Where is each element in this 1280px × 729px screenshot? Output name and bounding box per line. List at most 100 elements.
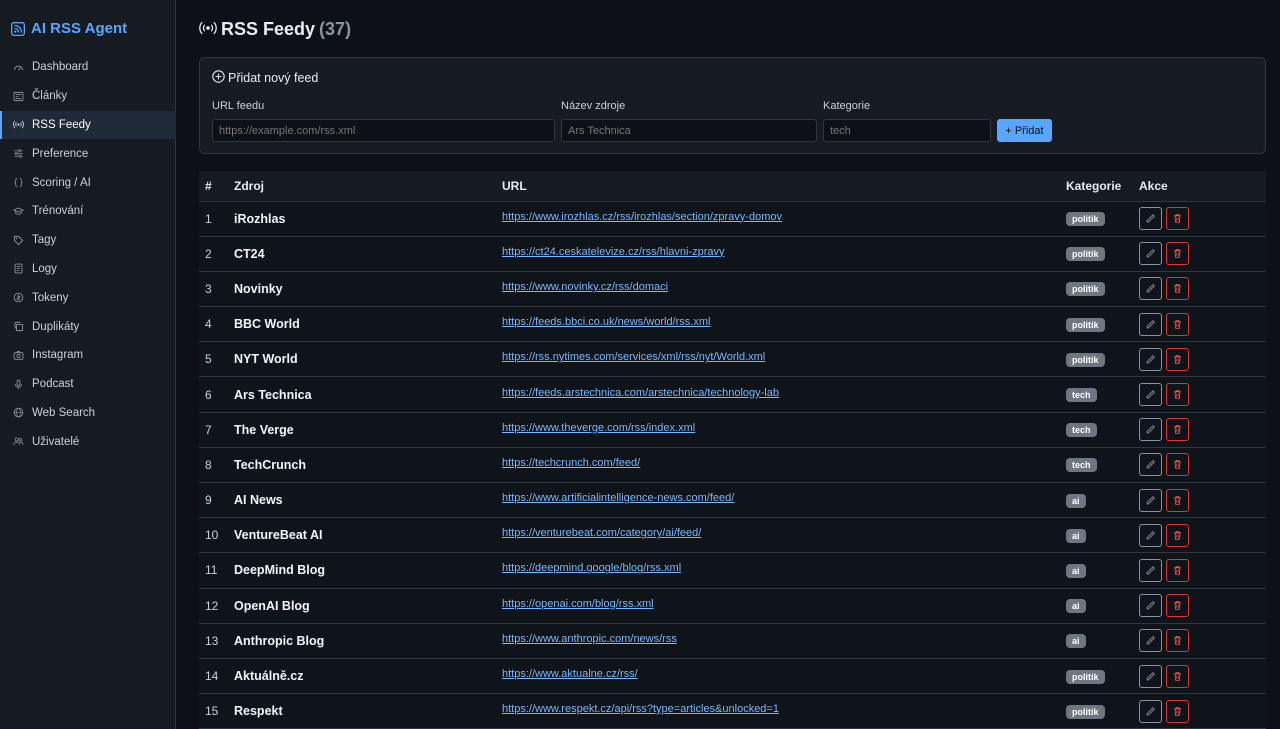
category-cell: politik xyxy=(1060,693,1133,729)
edit-button[interactable] xyxy=(1139,453,1162,477)
add-feed-title: Přidat nový feed xyxy=(212,70,318,86)
delete-button[interactable] xyxy=(1166,664,1189,688)
category-badge: ai xyxy=(1066,563,1086,578)
sidebar-item-rss-feedy[interactable]: RSS Feedy xyxy=(0,110,176,140)
sidebar-item-duplikaty[interactable]: Duplikáty xyxy=(0,312,176,341)
delete-button[interactable] xyxy=(1166,453,1189,477)
delete-button[interactable] xyxy=(1166,488,1189,512)
feed-url-link[interactable]: https://venturebeat.com/category/ai/feed… xyxy=(502,527,701,539)
edit-button[interactable] xyxy=(1139,523,1162,547)
sidebar-item-label: Podcast xyxy=(32,378,74,391)
category-cell: tech xyxy=(1060,412,1133,448)
delete-button[interactable] xyxy=(1166,277,1189,301)
edit-button[interactable] xyxy=(1139,629,1162,653)
edit-button[interactable] xyxy=(1139,207,1162,231)
actions-cell xyxy=(1133,517,1266,554)
actions-cell xyxy=(1133,412,1266,448)
delete-button[interactable] xyxy=(1166,699,1189,723)
feed-url-link[interactable]: https://www.respekt.cz/api/rss?type=arti… xyxy=(502,703,779,715)
sidebar-item-logy[interactable]: Logy xyxy=(0,255,176,284)
url-input[interactable] xyxy=(212,119,555,142)
sidebar-item-trenovani[interactable]: Trénování xyxy=(0,197,176,226)
feed-url-link[interactable]: https://feeds.bbci.co.uk/news/world/rss.… xyxy=(502,316,710,328)
delete-button[interactable] xyxy=(1166,383,1189,407)
edit-button[interactable] xyxy=(1139,383,1162,407)
header-category: Kategorie xyxy=(1060,171,1133,202)
row-number: 10 xyxy=(199,517,228,554)
source-name-input[interactable] xyxy=(561,119,817,142)
sidebar-item-instagram[interactable]: Instagram xyxy=(0,341,176,370)
edit-button[interactable] xyxy=(1139,558,1162,582)
delete-button[interactable] xyxy=(1166,523,1189,547)
delete-button[interactable] xyxy=(1166,594,1189,618)
edit-button[interactable] xyxy=(1139,699,1162,723)
delete-button[interactable] xyxy=(1166,629,1189,653)
sliders-icon xyxy=(13,148,24,159)
category-input[interactable] xyxy=(823,119,991,142)
edit-button[interactable] xyxy=(1139,312,1162,336)
feed-url-link[interactable]: https://deepmind.google/blog/rss.xml xyxy=(502,562,681,574)
globe-icon xyxy=(13,407,24,418)
sidebar-item-scoring-ai[interactable]: Scoring / AI xyxy=(0,168,176,197)
delete-button[interactable] xyxy=(1166,312,1189,336)
sidebar-item-preference[interactable]: Preference xyxy=(0,139,176,168)
pencil-icon xyxy=(1145,283,1156,294)
sidebar-item-web-search[interactable]: Web Search xyxy=(0,399,176,428)
edit-button[interactable] xyxy=(1139,664,1162,688)
sidebar-item-podcast[interactable]: Podcast xyxy=(0,370,176,399)
trash-icon xyxy=(1172,706,1183,717)
plus-icon: + xyxy=(1005,124,1012,137)
delete-button[interactable] xyxy=(1166,558,1189,582)
edit-button[interactable] xyxy=(1139,277,1162,301)
feed-url-link[interactable]: https://www.irozhlas.cz/rss/irozhlas/sec… xyxy=(502,211,782,223)
pencil-icon xyxy=(1145,213,1156,224)
feed-url-link[interactable]: https://www.anthropic.com/news/rss xyxy=(502,633,677,645)
delete-button[interactable] xyxy=(1166,418,1189,442)
category-badge: ai xyxy=(1066,634,1086,649)
trash-icon xyxy=(1172,600,1183,611)
category-badge: tech xyxy=(1066,458,1097,473)
feed-url-link[interactable]: https://feeds.arstechnica.com/arstechnic… xyxy=(502,387,779,399)
add-feed-button[interactable]: + Přidat xyxy=(997,119,1052,142)
rss-icon xyxy=(11,21,25,36)
feed-url-link[interactable]: https://techcrunch.com/feed/ xyxy=(502,457,640,469)
sidebar-item-tagy[interactable]: Tagy xyxy=(0,226,176,255)
feed-url-link[interactable]: https://www.novinky.cz/rss/domaci xyxy=(502,281,668,293)
sidebar-item-uzivatele[interactable]: Uživatelé xyxy=(0,427,176,456)
source-name: VentureBeat AI xyxy=(228,517,496,554)
sidebar-item-tokeny[interactable]: Tokeny xyxy=(0,283,176,312)
delete-button[interactable] xyxy=(1166,207,1189,231)
feed-url-link[interactable]: https://ct24.ceskatelevize.cz/rss/hlavni… xyxy=(502,246,725,258)
category-badge: politik xyxy=(1066,352,1105,367)
actions-cell xyxy=(1133,588,1266,624)
table-row: 4 BBC World https://feeds.bbci.co.uk/news/… xyxy=(199,306,1266,343)
row-number: 6 xyxy=(199,376,228,413)
feed-url-link[interactable]: https://www.artificialintelligence-news.… xyxy=(502,492,734,504)
delete-button[interactable] xyxy=(1166,347,1189,371)
feed-url-link[interactable]: https://www.aktualne.cz/rss/ xyxy=(502,668,638,680)
feed-url-link[interactable]: https://www.theverge.com/rss/index.xml xyxy=(502,422,695,434)
category-badge: politik xyxy=(1066,212,1105,227)
edit-button[interactable] xyxy=(1139,488,1162,512)
edit-button[interactable] xyxy=(1139,594,1162,618)
actions-cell xyxy=(1133,341,1266,378)
feed-url-link[interactable]: https://openai.com/blog/rss.xml xyxy=(502,598,654,610)
feed-url-cell: https://openai.com/blog/rss.xml xyxy=(496,588,1060,624)
edit-button[interactable] xyxy=(1139,347,1162,371)
edit-button[interactable] xyxy=(1139,242,1162,266)
row-number: 1 xyxy=(199,201,228,237)
page-title: RSS Feedy (37) xyxy=(199,19,351,40)
app-title: AI RSS Agent xyxy=(31,20,128,37)
edit-button[interactable] xyxy=(1139,418,1162,442)
sidebar-item-dashboard[interactable]: Dashboard xyxy=(0,53,176,82)
delete-button[interactable] xyxy=(1166,242,1189,266)
sidebar-item-clanky[interactable]: Články xyxy=(0,82,176,111)
app-brand[interactable]: AI RSS Agent xyxy=(11,20,127,37)
sidebar-nav: Dashboard Články RSS Feedy Preference Scorin… xyxy=(0,53,176,456)
journal-icon xyxy=(13,263,24,274)
feed-url-link[interactable]: https://rss.nytimes.com/services/xml/rss… xyxy=(502,351,765,363)
table-row: 9 AI News https://www.artificialintelligen… xyxy=(199,482,1266,519)
trash-icon xyxy=(1172,213,1183,224)
source-name: NYT World xyxy=(228,341,496,378)
source-name: Aktuálně.cz xyxy=(228,658,496,695)
